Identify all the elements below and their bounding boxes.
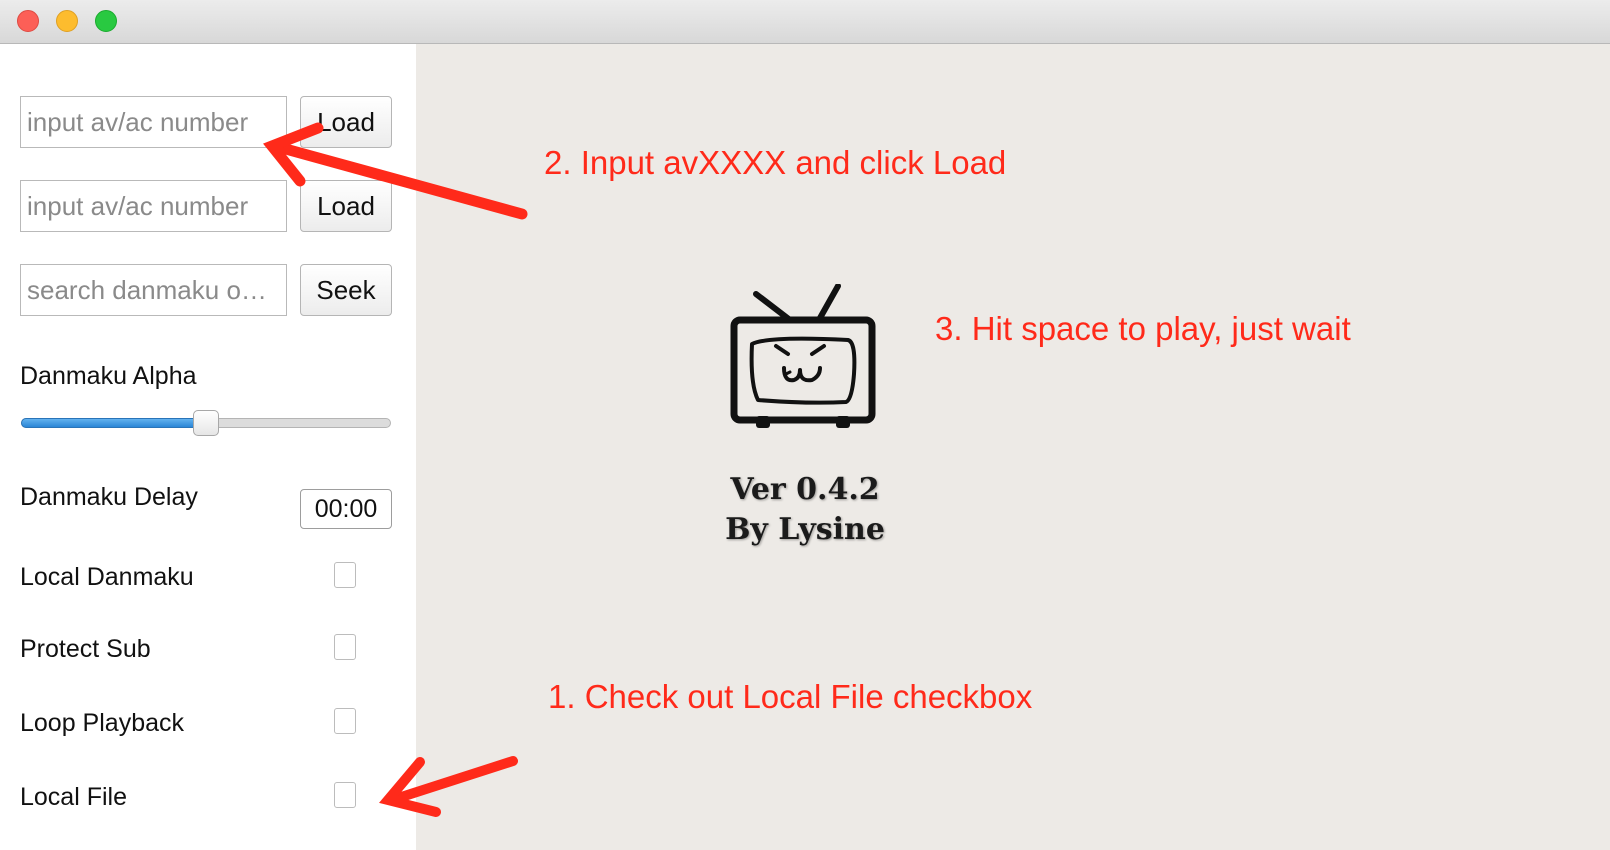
protect-sub-checkbox[interactable] [334, 634, 356, 660]
author-text: By Lysine [725, 512, 885, 547]
bilibili-tv-icon [730, 284, 876, 428]
danmaku-delay-field[interactable]: 00:00 [300, 489, 392, 529]
protect-sub-label: Protect Sub [20, 635, 151, 663]
control-sidebar: Load Load Seek Danmaku Alpha Danmaku Del… [0, 44, 416, 850]
app-window: Load Load Seek Danmaku Alpha Danmaku Del… [0, 0, 1610, 850]
local-file-label: Local File [20, 783, 127, 811]
danmaku-alpha-label: Danmaku Alpha [20, 362, 197, 390]
local-danmaku-label: Local Danmaku [20, 563, 194, 591]
load-button-2[interactable]: Load [300, 180, 392, 232]
local-danmaku-checkbox[interactable] [334, 562, 356, 588]
danmaku-search-input[interactable] [20, 264, 287, 316]
danmaku-alpha-slider[interactable] [21, 410, 391, 436]
zoom-button[interactable] [95, 10, 117, 32]
av-number-input-2[interactable] [20, 180, 287, 232]
slider-fill [21, 418, 206, 428]
danmaku-delay-label: Danmaku Delay [20, 483, 198, 511]
annotation-step-2: 2. Input avXXXX and click Load [544, 144, 1007, 181]
seek-button[interactable]: Seek [300, 264, 392, 316]
annotation-step-3: 3. Hit space to play, just wait [935, 310, 1351, 347]
av-number-input-1[interactable] [20, 96, 287, 148]
title-bar [0, 0, 1610, 44]
annotation-step-1: 1. Check out Local File checkbox [548, 678, 1033, 715]
version-text: Ver 0.4.2 [730, 472, 880, 507]
close-button[interactable] [17, 10, 39, 32]
slider-thumb[interactable] [193, 410, 219, 436]
load-button-1[interactable]: Load [300, 96, 392, 148]
loop-playback-label: Loop Playback [20, 709, 185, 737]
local-file-checkbox[interactable] [334, 782, 356, 808]
loop-playback-checkbox[interactable] [334, 708, 356, 734]
minimize-button[interactable] [56, 10, 78, 32]
